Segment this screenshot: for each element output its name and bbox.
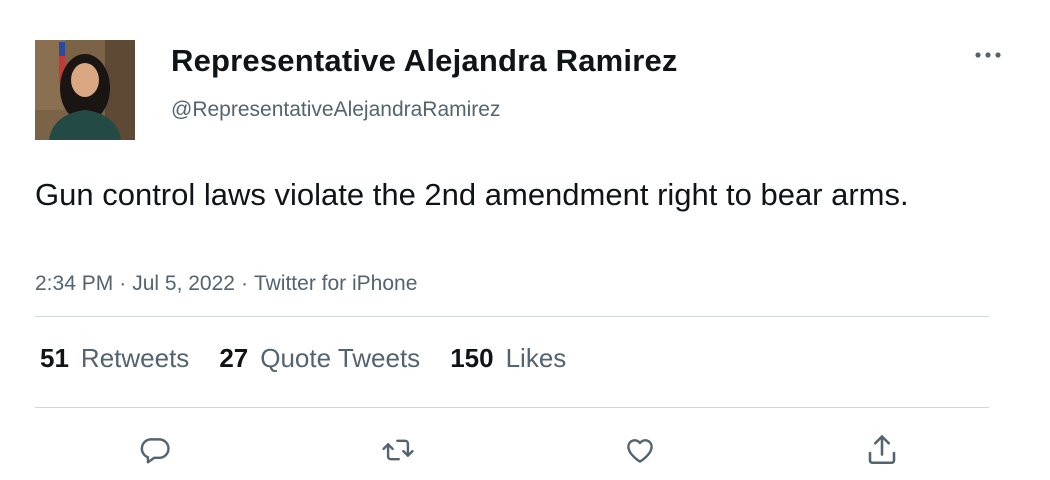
retweet-button[interactable]	[378, 430, 418, 470]
retweet-icon	[382, 439, 414, 461]
avatar-image	[35, 40, 135, 140]
heart-icon	[627, 439, 653, 463]
engagement-stats: 51 Retweets 27 Quote Tweets 150 Likes	[40, 343, 596, 374]
tweet-time[interactable]: 2:34 PM	[35, 272, 113, 295]
tweet-text: Gun control laws violate the 2nd amendme…	[35, 177, 909, 212]
retweets-label: Retweets	[80, 343, 190, 373]
quote-tweets-label: Quote Tweets	[260, 343, 421, 373]
tweet-source[interactable]: Twitter for iPhone	[254, 272, 417, 295]
share-icon	[868, 435, 896, 465]
likes-label: Likes	[505, 343, 567, 373]
meta-separator: ·	[240, 272, 248, 295]
likes-stat[interactable]: 150 Likes	[450, 343, 566, 374]
more-options-button[interactable]	[968, 40, 1008, 70]
avatar[interactable]	[35, 40, 135, 140]
reply-button[interactable]	[135, 430, 175, 470]
divider-top	[35, 316, 989, 317]
tweet-metadata: 2:34 PM · Jul 5, 2022 · Twitter for iPhone	[35, 272, 417, 296]
more-horizontal-icon	[975, 52, 1001, 58]
author-handle[interactable]: @RepresentativeAlejandraRamirez	[171, 98, 500, 122]
retweets-count: 51	[40, 343, 69, 373]
tweet-date[interactable]: Jul 5, 2022	[132, 272, 235, 295]
author-display-name[interactable]: Representative Alejandra Ramirez	[171, 43, 678, 79]
like-button[interactable]	[620, 430, 660, 470]
quote-tweets-count: 27	[219, 343, 249, 373]
share-button[interactable]	[862, 430, 902, 470]
likes-count: 150	[450, 343, 494, 373]
reply-bubble-icon	[140, 438, 170, 464]
divider-bottom	[35, 407, 989, 408]
retweets-stat[interactable]: 51 Retweets	[40, 343, 189, 374]
quote-tweets-stat[interactable]: 27 Quote Tweets	[219, 343, 420, 374]
meta-separator: ·	[119, 272, 127, 295]
